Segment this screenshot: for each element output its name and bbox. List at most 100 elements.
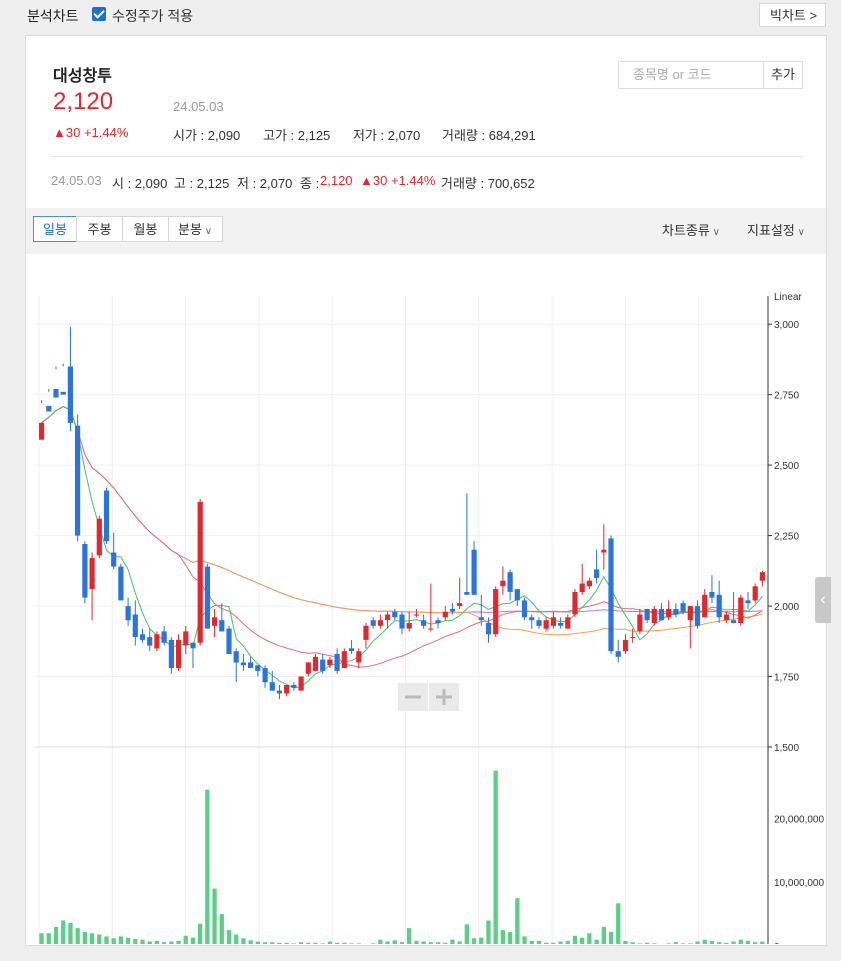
candle-body: [543, 620, 549, 629]
volume-bar: [205, 789, 210, 944]
volume-bar: [601, 926, 606, 944]
candle-body: [341, 651, 347, 669]
candle-body: [673, 608, 679, 615]
candle-body: [385, 614, 391, 621]
candle-body: [464, 592, 470, 595]
candle-body: [586, 580, 592, 587]
volume-bar: [154, 940, 160, 944]
volume-bar: [342, 942, 347, 944]
adjusted-price-checkbox[interactable]: [92, 7, 106, 21]
volume-bar: [270, 942, 275, 944]
tab-daily[interactable]: 일봉: [33, 216, 77, 242]
price-tick-label: 2,750: [774, 391, 799, 402]
volume-bar: [169, 941, 174, 944]
candle-body: [550, 617, 556, 626]
candle-body: [60, 391, 66, 395]
candle-body: [125, 606, 131, 621]
volume-bar: [738, 939, 743, 944]
price-tick-label: 2,250: [774, 532, 799, 543]
candle-body: [291, 685, 297, 688]
volume-tick-label: 0: [774, 942, 780, 944]
candle-body: [269, 682, 275, 691]
price-change: ▲30 +1.44%: [53, 125, 129, 140]
volume-bar: [291, 943, 296, 944]
candle-body: [406, 623, 412, 629]
volume-bar: [125, 937, 131, 944]
candle-body: [702, 594, 708, 618]
candle-body: [312, 656, 319, 671]
candle-body: [731, 620, 737, 623]
volume-bar: [709, 940, 715, 944]
volume-bar: [176, 940, 181, 944]
volume-bar: [147, 941, 152, 944]
volume-bar: [443, 942, 448, 944]
volume-bar: [335, 942, 340, 944]
volume-bar: [580, 937, 585, 944]
tab-minute[interactable]: 분봉 ∨: [168, 216, 223, 242]
candle-body: [687, 606, 693, 621]
candle-body: [82, 544, 88, 598]
detail-close-value: 2,120: [320, 173, 353, 188]
candle-body: [622, 639, 629, 652]
candle-body: [428, 628, 434, 630]
candle-body: [219, 620, 225, 632]
candle-body: [594, 569, 600, 578]
volume-bar: [378, 939, 383, 944]
volume-bar: [471, 938, 477, 944]
side-panel-toggle[interactable]: ‹: [815, 577, 831, 623]
volume-bar: [226, 930, 232, 944]
detail-open: 시 : 2,090: [112, 176, 168, 191]
volume-bar: [464, 924, 469, 944]
chevron-down-icon: ∨: [201, 226, 213, 237]
candle-body: [485, 623, 492, 635]
volume-bar: [82, 932, 87, 944]
tab-monthly[interactable]: 월봉: [122, 216, 169, 242]
volume-bar: [551, 942, 556, 944]
detail-volume: 거래량 : 700,652: [441, 176, 535, 191]
adjusted-price-label[interactable]: 수정주가 적용: [112, 6, 193, 26]
chevron-down-icon: ∨: [709, 227, 720, 238]
chevron-down-icon: ∨: [794, 227, 805, 238]
candle-body: [680, 603, 686, 612]
candle-body: [608, 538, 614, 652]
candle-body: [399, 614, 405, 629]
open-price: 시가 : 2,090: [173, 128, 241, 143]
candle-body: [320, 659, 326, 671]
price-tick-label: 1,750: [774, 673, 799, 684]
candle-body: [46, 405, 52, 412]
add-button[interactable]: 추가: [763, 61, 803, 89]
indicator-dropdown[interactable]: 지표설정 ∨: [747, 220, 805, 239]
volume-bar: [219, 914, 224, 944]
candle-body: [147, 637, 153, 646]
chart-type-dropdown[interactable]: 차트종류 ∨: [662, 220, 720, 239]
candle-body: [615, 651, 621, 657]
candle-body: [190, 642, 196, 649]
stock-search-input[interactable]: 종목명 or 코드: [618, 61, 764, 89]
candle-body: [204, 566, 210, 629]
candle-body: [507, 572, 513, 592]
candle-body: [183, 631, 189, 646]
volume-bar: [421, 941, 426, 944]
volume-bar: [428, 942, 433, 944]
volume-bar: [717, 942, 722, 944]
candle-body: [601, 549, 607, 553]
detail-close-label: 종 :: [300, 176, 320, 191]
volume-bar: [277, 942, 282, 944]
volume-bar: [623, 940, 628, 944]
candle-body: [558, 623, 564, 626]
candle-body: [644, 608, 650, 621]
volume-bar: [212, 888, 217, 944]
tab-weekly[interactable]: 주봉: [76, 216, 123, 242]
candle-body: [449, 608, 456, 612]
volume-bar: [75, 928, 80, 944]
candle-body: [334, 654, 340, 671]
candle-body: [745, 600, 751, 604]
volume-bar: [753, 942, 758, 944]
volume-bar: [666, 943, 671, 944]
candle-body: [154, 634, 160, 649]
candle-body: [709, 592, 715, 598]
big-chart-button[interactable]: 빅차트 >: [759, 3, 826, 27]
candle-body: [363, 625, 369, 640]
candle-body: [716, 594, 722, 618]
stock-chart[interactable]: Linear 3,000 2,750 2,500 2,250 2,000 1,750 1,50…: [26, 254, 826, 944]
